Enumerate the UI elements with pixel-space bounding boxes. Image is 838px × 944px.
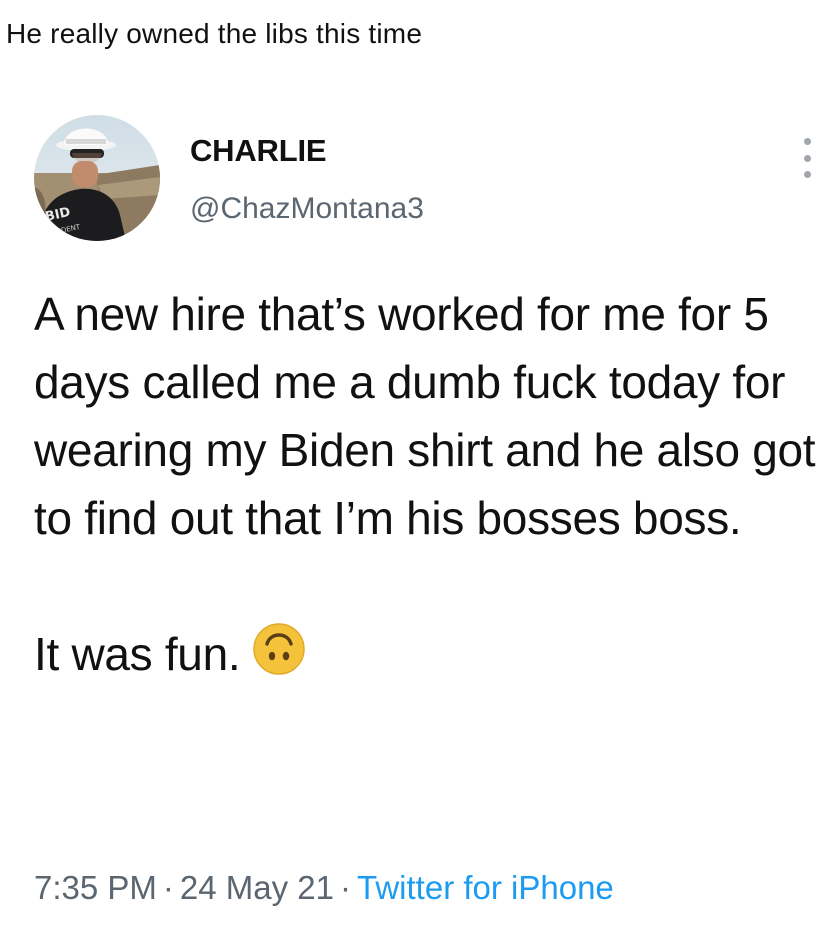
tweet-time[interactable]: 7:35 PM [34, 869, 157, 906]
display-name[interactable]: CHARLIE [190, 133, 327, 169]
avatar[interactable]: BID PRESIDENT [34, 115, 160, 241]
tweet-source-link[interactable]: Twitter for iPhone [357, 869, 614, 906]
tweet-date[interactable]: 24 May 21 [180, 869, 334, 906]
dot-icon [803, 171, 811, 178]
dot-icon [803, 138, 811, 145]
meme-caption: He really owned the libs this time [6, 18, 423, 49]
meta-separator: · [162, 869, 174, 906]
tweet-closing-line: It was fun. [34, 628, 241, 680]
upside-down-face-icon [252, 622, 306, 694]
more-options-button[interactable] [802, 138, 812, 178]
tweet-text-paragraph-2: It was fun. [34, 620, 824, 694]
dot-icon [803, 154, 811, 162]
tweet-text: A new hire that’s worked for me for 5 da… [34, 280, 824, 694]
tweet-text-paragraph: A new hire that’s worked for me for 5 da… [34, 288, 816, 544]
meta-separator: · [340, 869, 351, 906]
user-handle[interactable]: @ChazMontana3 [190, 192, 424, 226]
tweet-meta: 7:35 PM · 24 May 21 · Twitter for iPhone [34, 869, 614, 907]
